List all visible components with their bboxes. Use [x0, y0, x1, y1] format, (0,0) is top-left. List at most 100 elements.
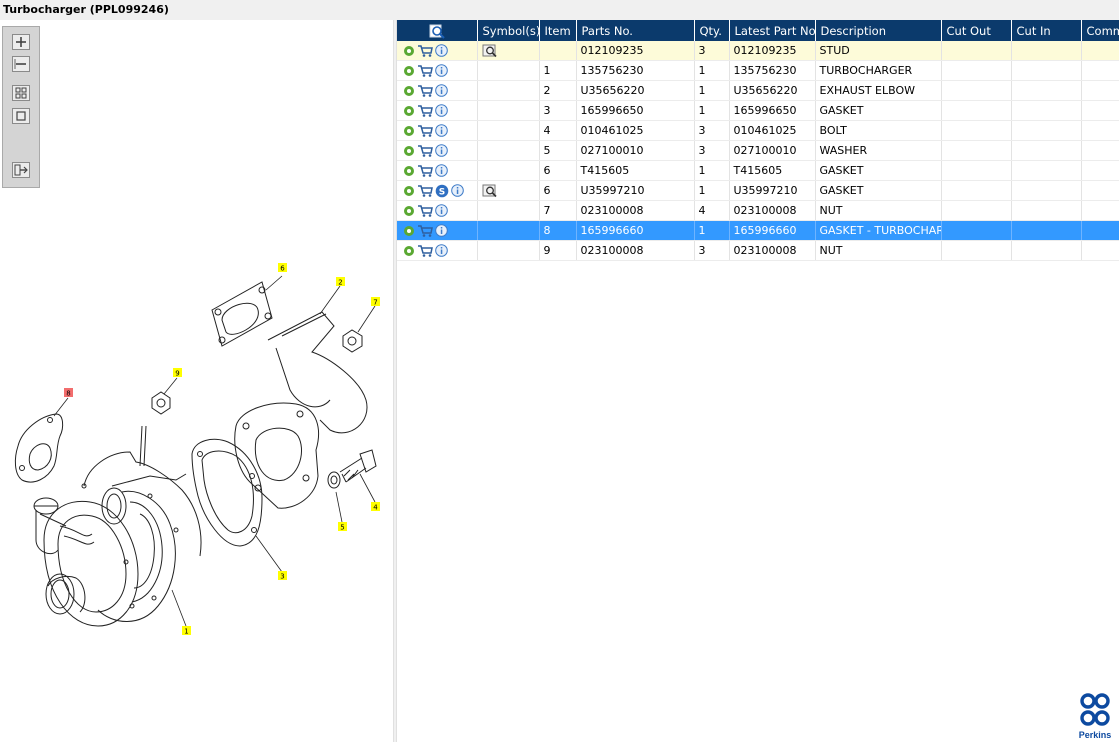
- callout-7[interactable]: 7: [371, 297, 380, 307]
- gear-icon[interactable]: [403, 165, 415, 177]
- view-drawing-icon[interactable]: [482, 184, 498, 198]
- table-row[interactable]: 9 023100008 3 023100008 NUT: [397, 240, 1119, 261]
- table-row[interactable]: 2 U35656220 1 U35656220 EXHAUST ELBOW: [397, 80, 1119, 101]
- gear-icon[interactable]: [403, 65, 415, 77]
- info-icon[interactable]: [435, 104, 448, 118]
- cell-cut-out: [941, 80, 1012, 101]
- gear-icon[interactable]: [403, 105, 415, 117]
- fit-window-icon[interactable]: [12, 108, 30, 124]
- view-drawing-icon[interactable]: [482, 44, 498, 58]
- column-header-symbols[interactable]: Symbol(s): [477, 20, 540, 41]
- table-row[interactable]: 3 165996650 1 165996650 GASKET: [397, 100, 1119, 121]
- column-header-description[interactable]: Description: [815, 20, 942, 41]
- info-icon[interactable]: [435, 124, 448, 138]
- gear-icon[interactable]: [403, 85, 415, 97]
- cell-symbols: [477, 80, 540, 101]
- info-icon[interactable]: [435, 204, 448, 218]
- cell-comment: [1081, 100, 1119, 121]
- column-header-comment[interactable]: Comment: [1081, 20, 1119, 41]
- table-row[interactable]: 4 010461025 3 010461025 BOLT: [397, 120, 1119, 141]
- table-row[interactable]: 81659966601165996660GASKET - TURBOCHARGE…: [397, 220, 1119, 241]
- cell-parts-no: 165996660: [576, 220, 695, 241]
- fit-all-icon[interactable]: [12, 85, 30, 101]
- info-icon[interactable]: [435, 164, 448, 178]
- row-actions: [397, 240, 478, 261]
- cell-description: NUT: [815, 240, 942, 261]
- gear-icon[interactable]: [403, 185, 415, 197]
- cell-cut-out: [941, 100, 1012, 121]
- callout-8[interactable]: 8: [64, 388, 73, 398]
- cell-item: 7: [539, 200, 577, 221]
- cart-icon[interactable]: [417, 144, 433, 158]
- cell-cut-out: [941, 220, 1012, 241]
- callout-3[interactable]: 3: [278, 571, 287, 581]
- column-header-actions[interactable]: [397, 20, 478, 41]
- cell-cut-in: [1011, 220, 1082, 241]
- cell-symbols: [477, 120, 540, 141]
- cell-comment: [1081, 60, 1119, 81]
- info-icon[interactable]: [435, 244, 448, 258]
- cart-icon[interactable]: [417, 184, 433, 197]
- callout-6[interactable]: 6: [278, 263, 287, 273]
- info-icon[interactable]: [435, 224, 448, 238]
- table-row[interactable]: 6 T415605 1 T415605 GASKET: [397, 160, 1119, 181]
- svg-text:S: S: [439, 187, 445, 197]
- column-header-cut-in[interactable]: Cut In: [1011, 20, 1082, 41]
- search-parts-icon[interactable]: [428, 23, 446, 39]
- exploded-parts-diagram[interactable]: 6 2 7 9 8 4 5 3 1: [0, 240, 393, 640]
- cart-icon[interactable]: [417, 164, 433, 178]
- cart-icon[interactable]: [417, 204, 433, 218]
- gear-icon[interactable]: [403, 205, 415, 217]
- viewer-toolbar: [2, 26, 40, 188]
- info-icon[interactable]: [435, 44, 448, 58]
- illustration-pane[interactable]: 6 2 7 9 8 4 5 3 1: [0, 20, 393, 742]
- cart-icon[interactable]: [417, 44, 433, 58]
- cell-symbols: [477, 200, 540, 221]
- column-header-qty[interactable]: Qty.: [694, 20, 730, 41]
- cell-comment: [1081, 200, 1119, 221]
- cart-icon[interactable]: [417, 64, 433, 78]
- table-row[interactable]: 012109235 3 012109235 STUD: [397, 41, 1119, 61]
- column-header-latest-part-no[interactable]: Latest Part No.: [729, 20, 816, 41]
- cell-symbols: [477, 180, 540, 201]
- export-list-icon[interactable]: [12, 162, 30, 178]
- column-header-item[interactable]: Item: [539, 20, 577, 41]
- table-row[interactable]: 5 027100010 3 027100010 WASHER: [397, 140, 1119, 161]
- callout-5[interactable]: 5: [338, 522, 347, 532]
- zoom-in-icon[interactable]: [12, 34, 30, 50]
- cell-item: 6: [539, 160, 577, 181]
- cell-qty: 1: [694, 160, 730, 181]
- callout-1[interactable]: 1: [182, 626, 191, 636]
- gear-icon[interactable]: [403, 45, 415, 57]
- callout-4[interactable]: 4: [371, 502, 380, 512]
- column-header-cut-out[interactable]: Cut Out: [941, 20, 1012, 41]
- info-icon[interactable]: [451, 184, 464, 197]
- zoom-out-icon[interactable]: [12, 56, 30, 72]
- cart-icon[interactable]: [417, 124, 433, 138]
- cell-description: STUD: [815, 41, 942, 61]
- gear-icon[interactable]: [403, 145, 415, 157]
- cart-icon[interactable]: [417, 104, 433, 118]
- cart-icon[interactable]: [417, 84, 433, 98]
- cart-icon[interactable]: [417, 244, 433, 258]
- callout-2[interactable]: 2: [336, 277, 345, 287]
- gear-icon[interactable]: [403, 125, 415, 137]
- table-row[interactable]: S 6 U35997210 1 U35997210 GASKET: [397, 180, 1119, 201]
- table-row[interactable]: 7 023100008 4 023100008 NUT: [397, 200, 1119, 221]
- column-header-parts-no[interactable]: Parts No.: [576, 20, 695, 41]
- cell-cut-out: [941, 180, 1012, 201]
- info-icon[interactable]: [435, 64, 448, 78]
- cell-latest-part-no: 027100010: [729, 140, 816, 161]
- gear-icon[interactable]: [403, 245, 415, 257]
- cell-latest-part-no: U35656220: [729, 80, 816, 101]
- gear-icon[interactable]: [403, 225, 415, 237]
- cart-icon[interactable]: [417, 224, 433, 238]
- supersession-icon[interactable]: S: [435, 184, 449, 198]
- cell-latest-part-no: 012109235: [729, 41, 816, 61]
- callout-9[interactable]: 9: [173, 368, 182, 378]
- info-icon[interactable]: [435, 84, 448, 98]
- row-actions: [397, 140, 478, 161]
- table-row[interactable]: 1 135756230 1 135756230 TURBOCHARGER: [397, 60, 1119, 81]
- cell-symbols: [477, 220, 540, 241]
- info-icon[interactable]: [435, 144, 448, 158]
